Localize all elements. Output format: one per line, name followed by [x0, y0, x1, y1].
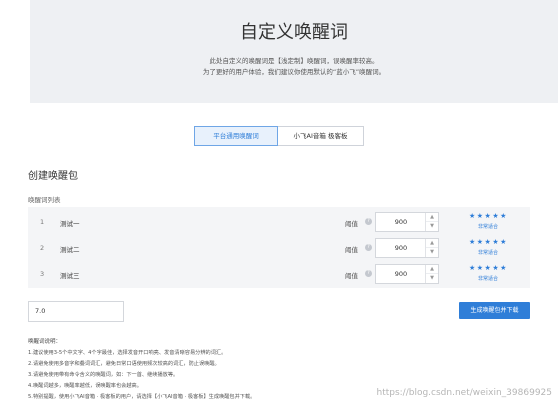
wakeword-row: 3 测试三 阈值 ? 900 ▲ ▼ ★★★★★ 非常适合 [28, 261, 530, 287]
wakeword-list-label: 唤醒词列表 [28, 196, 61, 204]
threshold-stepper[interactable]: 900 ▲ ▼ [375, 238, 439, 258]
page-title: 自定义唤醒词 [240, 22, 348, 43]
version-input[interactable]: 7.0 [28, 301, 124, 322]
rating-text: 非常适合 [478, 276, 499, 282]
tab-xiaofei-geek-board[interactable]: 小飞AI音箱 极客板 [278, 126, 364, 146]
question-icon[interactable]: ? [365, 244, 372, 251]
note-item: 5.特别提醒，使用小飞AI音箱 · 极客板的用户，请选择【小飞AI音箱 · 极客… [28, 394, 256, 400]
wakeword-row: 2 测试二 阈值 ? 900 ▲ ▼ ★★★★★ 非常适合 [28, 235, 530, 261]
rating-stars: ★★★★★ [469, 212, 508, 220]
threshold-value[interactable]: 900 [376, 213, 426, 231]
note-item: 4.唤醒词越多，唤醒率越低，误唤醒率也会越高。 [28, 383, 142, 389]
rating-text: 非常适合 [478, 224, 499, 230]
rating-stars: ★★★★★ [469, 238, 508, 246]
row-index: 3 [40, 270, 45, 278]
hero-banner: 自定义唤醒词 此处自定义的唤醒词是【浅定制】唤醒词，误唤醒率较高。 为了更好的用… [30, 0, 558, 103]
threshold-value[interactable]: 900 [376, 265, 426, 283]
tab-platform-wakeword[interactable]: 平台通用唤醒词 [194, 126, 278, 146]
stepper-up-icon[interactable]: ▲ [426, 265, 438, 274]
threshold-label: 阈值 [345, 272, 358, 280]
row-index: 2 [40, 244, 45, 252]
stepper-arrows: ▲ ▼ [425, 239, 438, 257]
generate-download-button[interactable]: 生成唤醒包并下载 [459, 302, 530, 319]
threshold-stepper[interactable]: 900 ▲ ▼ [375, 264, 439, 284]
threshold-label: 阈值 [345, 246, 358, 254]
stepper-up-icon[interactable]: ▲ [426, 213, 438, 222]
wakeword-name: 测试三 [60, 272, 80, 280]
notes-title: 唤醒词说明： [28, 339, 62, 345]
stepper-down-icon[interactable]: ▼ [426, 274, 438, 283]
stepper-arrows: ▲ ▼ [425, 213, 438, 231]
wakeword-list: 1 测试一 阈值 ? 900 ▲ ▼ ★★★★★ 非常适合 2 测试二 阈值 ?… [28, 207, 530, 288]
rating-stars: ★★★★★ [469, 264, 508, 272]
note-item: 2.请避免使用多音字和叠词词汇，避免日常口语使用频次较高的词汇，防止误唤醒。 [28, 361, 220, 367]
row-index: 1 [40, 218, 45, 226]
note-item: 3.请避免使用带有命令含义的唤醒词，如：下一首、继续播放等。 [28, 372, 179, 378]
wakeword-name: 测试一 [60, 220, 80, 228]
stepper-down-icon[interactable]: ▼ [426, 248, 438, 257]
question-icon[interactable]: ? [365, 270, 372, 277]
threshold-value[interactable]: 900 [376, 239, 426, 257]
wakeword-name: 测试二 [60, 246, 80, 254]
note-item: 1.建议使用3-5个中文字、4个字最佳，选择发音开口响亮、发音清晰容易分辨的词汇… [28, 350, 227, 356]
threshold-stepper[interactable]: 900 ▲ ▼ [375, 212, 439, 232]
wakeword-row: 1 测试一 阈值 ? 900 ▲ ▼ ★★★★★ 非常适合 [28, 209, 530, 235]
section-title: 创建唤醒包 [28, 171, 78, 182]
stepper-arrows: ▲ ▼ [425, 265, 438, 283]
threshold-label: 阈值 [345, 220, 358, 228]
stepper-up-icon[interactable]: ▲ [426, 239, 438, 248]
question-icon[interactable]: ? [365, 218, 372, 225]
stepper-down-icon[interactable]: ▼ [426, 222, 438, 231]
rating-text: 非常适合 [478, 250, 499, 256]
hero-description-line-2: 为了更好的用户体验，我们建议你使用默认的“蓝小飞”唤醒词。 [202, 68, 386, 76]
watermark: https://blog.csdn.net/weixin_39869925 [376, 388, 552, 398]
hero-description-line-1: 此处自定义的唤醒词是【浅定制】唤醒词，误唤醒率较高。 [209, 57, 379, 65]
tab-bar: 平台通用唤醒词 小飞AI音箱 极客板 [194, 126, 364, 146]
